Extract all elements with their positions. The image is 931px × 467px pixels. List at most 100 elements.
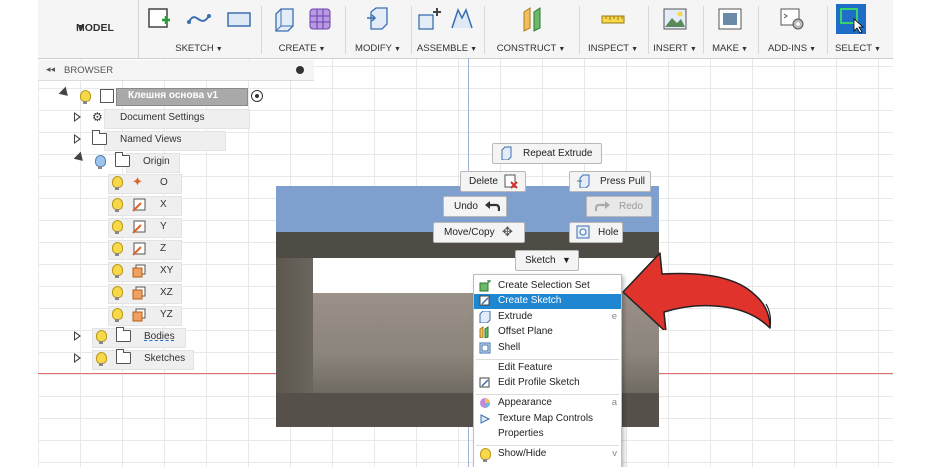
redo-button[interactable]: Redo: [586, 196, 652, 217]
browser-item-xy-plane[interactable]: XY: [108, 262, 188, 282]
texture-map-icon: [480, 414, 491, 424]
caret-down-icon: ▼: [76, 22, 87, 34]
browser-item-named-views[interactable]: Named Views: [74, 130, 234, 151]
lightbulb-icon[interactable]: [96, 352, 107, 366]
joint-icon[interactable]: [449, 6, 475, 32]
undo-button[interactable]: Undo: [443, 196, 507, 217]
create-sketch-icon[interactable]: [146, 6, 172, 32]
button-label: Repeat Extrude: [523, 148, 593, 159]
press-pull-button[interactable]: Press Pull: [569, 171, 651, 192]
expand-arrow-icon[interactable]: [74, 331, 81, 341]
menu-item-offset-plane[interactable]: Offset Plane: [474, 325, 621, 340]
toolbar-group-insert[interactable]: INSERT ▼: [650, 0, 700, 58]
expand-arrow-icon[interactable]: [74, 134, 81, 144]
browser-item-document-settings[interactable]: ⚙ Document Settings: [74, 109, 254, 129]
rectangle-icon[interactable]: [226, 6, 252, 32]
press-pull-icon[interactable]: [365, 6, 391, 32]
lightbulb-icon[interactable]: [95, 155, 106, 169]
button-label: Redo: [619, 201, 643, 212]
new-component-icon[interactable]: [417, 6, 443, 32]
sketch-dropdown-button[interactable]: Sketch ▼: [515, 250, 579, 271]
lightbulb-icon[interactable]: [112, 176, 123, 190]
toolbar-divider: [703, 6, 704, 54]
lightbulb-icon[interactable]: [112, 264, 123, 278]
selection-set-icon: [479, 280, 491, 292]
browser-item-y-axis[interactable]: Y: [108, 218, 188, 238]
menu-item-edit-profile-sketch[interactable]: Edit Profile Sketch: [474, 376, 621, 391]
collapse-panel-icon[interactable]: ◂◂: [46, 64, 55, 75]
browser-item-bodies[interactable]: Bodies: [74, 327, 204, 348]
browser-item-z-axis[interactable]: Z: [108, 240, 188, 260]
select-icon[interactable]: [836, 4, 866, 34]
toolbar-group-make[interactable]: MAKE ▼: [705, 0, 755, 58]
hole-button[interactable]: Hole: [569, 222, 623, 243]
extrude-icon[interactable]: [271, 6, 297, 32]
menu-item-shell[interactable]: Shell: [474, 341, 621, 356]
lightbulb-icon[interactable]: [80, 90, 91, 104]
measure-icon[interactable]: [600, 6, 626, 32]
menu-item-create-selection-set[interactable]: Create Selection Set: [474, 279, 621, 294]
browser-item-origin-point[interactable]: ✦ O: [108, 174, 188, 194]
browser-item-yz-plane[interactable]: YZ: [108, 306, 188, 326]
offset-plane-icon: [479, 326, 489, 338]
browser-item-xz-plane[interactable]: XZ: [108, 284, 188, 304]
lightbulb-icon[interactable]: [112, 286, 123, 300]
toolbar-group-add-ins[interactable]: ADD-INS ▼: [760, 0, 824, 58]
caret-down-icon: ▼: [562, 255, 571, 265]
toolbar-group-modify[interactable]: MODIFY ▼: [347, 0, 409, 58]
browser-item-sketches[interactable]: Sketches: [74, 349, 204, 370]
toolbar-label-modify: MODIFY ▼: [355, 43, 401, 54]
menu-item-properties[interactable]: Properties: [474, 427, 621, 442]
move-copy-button[interactable]: Move/Copy ✥: [433, 222, 525, 243]
repeat-extrude-button[interactable]: Repeat Extrude: [492, 143, 602, 164]
browser-item-origin[interactable]: Origin: [73, 151, 184, 173]
toolbar-group-sketch[interactable]: SKETCH ▼: [140, 0, 258, 58]
lightbulb-icon[interactable]: [112, 242, 123, 256]
menu-item-show-hide[interactable]: Show/Hide v: [474, 447, 621, 462]
lightbulb-icon[interactable]: [112, 220, 123, 234]
menu-item-extrude[interactable]: Extrude e: [474, 310, 621, 325]
browser-root-node[interactable]: Клешня основа v1: [58, 86, 278, 106]
menu-item-edit-feature[interactable]: Edit Feature: [474, 361, 621, 376]
toolbar-group-select[interactable]: SELECT ▼: [829, 0, 887, 58]
toolbar-group-inspect[interactable]: INSPECT ▼: [581, 0, 645, 58]
3d-print-icon[interactable]: [717, 6, 743, 32]
mesh-sphere-icon[interactable]: [307, 6, 333, 32]
insert-image-icon[interactable]: [662, 6, 688, 32]
expand-arrow-icon[interactable]: [74, 112, 81, 122]
toolbar-label-inspect: INSPECT ▼: [587, 43, 639, 54]
lightbulb-icon[interactable]: [112, 198, 123, 212]
toolbar-label-make: MAKE ▼: [712, 43, 748, 54]
axis-icon: [132, 242, 146, 256]
lightbulb-icon[interactable]: [96, 330, 107, 344]
item-label: Z: [160, 243, 167, 254]
lightbulb-icon[interactable]: [112, 308, 123, 322]
scripts-gear-icon[interactable]: [779, 6, 805, 32]
collapse-arrow-icon[interactable]: [73, 151, 87, 165]
menu-item-label: Texture Map Controls: [498, 413, 594, 424]
item-label: O: [160, 177, 168, 188]
menu-item-label: Show/Hide: [498, 448, 547, 459]
toolbar-group-assemble[interactable]: ASSEMBLE ▼: [413, 0, 481, 58]
menu-item-label: Extrude: [498, 311, 533, 322]
toolbar-group-create[interactable]: CREATE ▼: [263, 0, 341, 58]
menu-item-create-sketch[interactable]: Create Sketch: [474, 294, 621, 309]
menu-item-texture-map-controls[interactable]: Texture Map Controls: [474, 412, 621, 427]
collapse-arrow-icon[interactable]: [58, 86, 72, 100]
toolbar-label-create: CREATE ▼: [278, 43, 326, 54]
menu-item-appearance[interactable]: Appearance a: [474, 396, 621, 411]
expand-arrow-icon[interactable]: [74, 353, 81, 363]
offset-plane-icon[interactable]: [520, 6, 546, 32]
annotation-arrow-icon: [622, 252, 772, 330]
minimize-icon[interactable]: [296, 66, 304, 74]
toolbar-group-construct[interactable]: CONSTRUCT ▼: [486, 0, 576, 58]
activate-radio-icon[interactable]: [251, 90, 263, 102]
button-label: Delete: [469, 176, 498, 187]
browser-item-x-axis[interactable]: X: [108, 196, 188, 216]
app-window: MODEL ▼ SKETCH ▼ CREATE ▼ MODIFY ▼ ASSEM…: [38, 0, 893, 467]
toolbar-divider: [345, 6, 346, 54]
workspace-switcher[interactable]: MODEL ▼: [48, 0, 139, 58]
button-label: Hole: [598, 227, 619, 238]
delete-button[interactable]: Delete: [460, 171, 526, 192]
spline-icon[interactable]: [186, 6, 212, 32]
